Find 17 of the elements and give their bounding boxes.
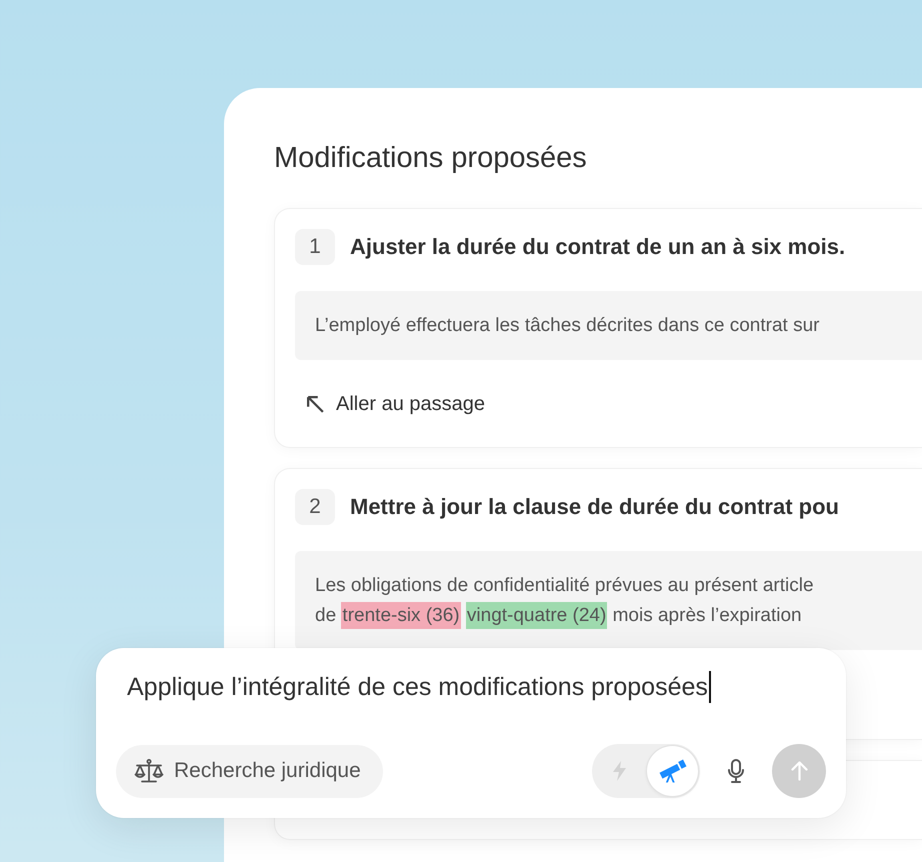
mode-option[interactable] bbox=[646, 745, 699, 797]
panel-title: Modifications proposées bbox=[274, 141, 587, 176]
scales-icon bbox=[134, 759, 164, 783]
go-to-passage-link[interactable]: Aller au passage bbox=[295, 386, 497, 422]
arrow-up-icon bbox=[790, 761, 808, 781]
quote-text: L’employé effectuera les tâches décrites dans ce contrat sur bbox=[315, 314, 820, 338]
legal-research-chip[interactable]: Recherche juridique bbox=[116, 744, 383, 798]
step-number: 2 bbox=[295, 489, 335, 525]
message-input[interactable]: Applique l’intégralité de ces modifications proposées bbox=[116, 668, 722, 706]
lightning-icon bbox=[612, 760, 627, 782]
step-number: 1 bbox=[295, 229, 335, 265]
telescope-icon bbox=[658, 759, 686, 783]
suggestion-title: Mettre à jour la clause de durée du contrat pou bbox=[350, 494, 839, 520]
microphone-icon bbox=[728, 759, 744, 783]
suggestion-title: Ajuster la durée du contrat de un an à six mois. bbox=[350, 234, 846, 260]
arrow-up-left-icon bbox=[307, 396, 324, 412]
quote-text: Les obligations de confidentialité prévues au présent article de trente-six (36) vingt-quatre (24) mois après l’expiration bbox=[315, 571, 814, 631]
